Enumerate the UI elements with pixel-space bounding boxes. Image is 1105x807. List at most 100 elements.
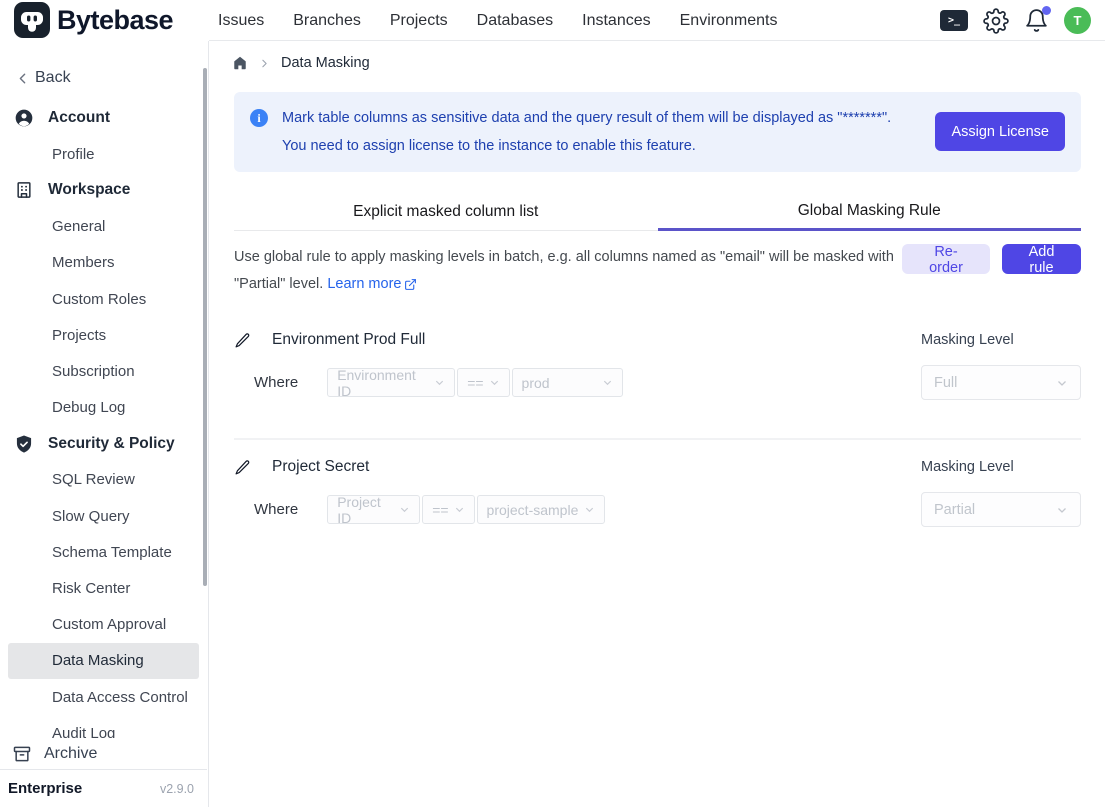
factor-value: Project ID xyxy=(337,494,394,526)
operator-select[interactable]: == xyxy=(457,368,509,397)
bytebase-logo-icon xyxy=(14,2,50,38)
sidebar-item-slow-query[interactable]: Slow Query xyxy=(0,498,208,534)
archive-box-icon xyxy=(12,744,32,764)
edit-pencil-icon[interactable] xyxy=(234,459,251,476)
operator-value: == xyxy=(432,502,448,518)
sidebar-scrollbar-thumb[interactable] xyxy=(203,68,207,586)
tab-explicit-masked-column-list[interactable]: Explicit masked column list xyxy=(234,193,658,231)
chevron-down-icon xyxy=(602,377,613,388)
reorder-button[interactable]: Re-order xyxy=(902,244,990,274)
sidebar-item-custom-roles[interactable]: Custom Roles xyxy=(0,281,208,317)
rules-list: Environment Prod Full Masking Level Wher… xyxy=(234,331,1081,527)
building-icon xyxy=(14,180,34,200)
sidebar-section-account: Account xyxy=(0,100,208,136)
masking-level-label: Masking Level xyxy=(921,332,1081,348)
rule-title: Environment Prod Full xyxy=(272,331,425,349)
value-select[interactable]: prod xyxy=(512,368,623,397)
sidebar-item-data-masking[interactable]: Data Masking xyxy=(8,643,199,679)
banner-text: Mark table columns as sensitive data and… xyxy=(282,104,891,160)
main-nav: Issues Branches Projects Databases Insta… xyxy=(218,0,777,41)
rule-header: Project Secret Masking Level xyxy=(234,458,1081,476)
operator-select[interactable]: == xyxy=(422,495,474,524)
sql-editor-terminal-icon[interactable]: >_ xyxy=(940,10,968,31)
brand-name: Bytebase xyxy=(57,5,173,36)
breadcrumb: Data Masking xyxy=(210,41,1105,75)
nav-issues[interactable]: Issues xyxy=(218,12,264,30)
global-rule-intro: Use global rule to apply masking levels … xyxy=(234,244,1081,298)
where-label: Where xyxy=(254,374,298,391)
notifications-bell-icon[interactable] xyxy=(1024,8,1049,33)
sidebar-item-risk-center[interactable]: Risk Center xyxy=(0,570,208,606)
edit-pencil-icon[interactable] xyxy=(234,332,251,349)
banner-line-1: Mark table columns as sensitive data and… xyxy=(282,104,891,132)
top-bar-actions: >_ T xyxy=(940,0,1091,41)
nav-branches[interactable]: Branches xyxy=(293,12,361,30)
factor-select[interactable]: Project ID xyxy=(327,495,420,524)
factor-value: Environment ID xyxy=(337,367,429,399)
masking-tabs: Explicit masked column list Global Maski… xyxy=(234,193,1081,231)
rule-actions: Re-order Add rule xyxy=(902,244,1081,274)
sidebar-item-data-access-control[interactable]: Data Access Control xyxy=(0,679,208,715)
rule-condition-row: Where Project ID == project-sample xyxy=(234,492,1081,527)
sidebar-item-sql-review[interactable]: SQL Review xyxy=(0,462,208,498)
chevron-left-icon xyxy=(14,70,31,87)
chevron-down-icon xyxy=(1056,504,1068,516)
top-bar: Bytebase Issues Branches Projects Databa… xyxy=(0,0,1105,41)
condition-value: project-sample xyxy=(487,502,579,518)
user-circle-icon xyxy=(14,108,34,128)
nav-databases[interactable]: Databases xyxy=(477,12,554,30)
chevron-down-icon xyxy=(454,504,465,515)
rule-divider xyxy=(234,438,1081,440)
sidebar-item-projects[interactable]: Projects xyxy=(0,317,208,353)
sidebar-scroll-area: Back Account Profile Workspace General M… xyxy=(0,41,208,739)
condition-expression: Environment ID == prod xyxy=(327,368,622,397)
chevron-down-icon xyxy=(434,377,445,388)
learn-more-label: Learn more xyxy=(327,271,401,298)
rule-header: Environment Prod Full Masking Level xyxy=(234,331,1081,349)
bytebase-logo[interactable]: Bytebase xyxy=(14,2,173,38)
learn-more-link[interactable]: Learn more xyxy=(327,271,417,298)
value-select[interactable]: project-sample xyxy=(477,495,605,524)
sidebar-footer: Enterprise v2.9.0 xyxy=(0,769,207,807)
masking-level-label: Masking Level xyxy=(921,459,1081,475)
chevron-down-icon xyxy=(399,504,410,515)
rule-card-project-secret: Project Secret Masking Level Where Proje… xyxy=(234,458,1081,527)
rule-condition-row: Where Environment ID == prod xyxy=(234,365,1081,400)
chevron-down-icon xyxy=(489,377,500,388)
sidebar-item-members[interactable]: Members xyxy=(0,245,208,281)
sidebar-item-general[interactable]: General xyxy=(0,209,208,245)
sidebar-item-archive[interactable]: Archive xyxy=(0,738,207,769)
sidebar-item-schema-template[interactable]: Schema Template xyxy=(0,534,208,570)
condition-expression: Project ID == project-sample xyxy=(327,495,604,524)
user-avatar[interactable]: T xyxy=(1064,7,1091,34)
sidebar-item-custom-approval[interactable]: Custom Approval xyxy=(0,607,208,643)
version-label: v2.9.0 xyxy=(160,782,194,796)
masking-level-value: Full xyxy=(934,375,957,391)
assign-license-button[interactable]: Assign License xyxy=(935,112,1065,151)
tab-global-masking-rule[interactable]: Global Masking Rule xyxy=(658,193,1082,231)
back-label: Back xyxy=(35,69,71,87)
shield-check-icon xyxy=(14,434,34,454)
nav-instances[interactable]: Instances xyxy=(582,12,650,30)
settings-gear-icon[interactable] xyxy=(983,8,1009,34)
sidebar-item-profile[interactable]: Profile xyxy=(0,136,208,172)
nav-projects[interactable]: Projects xyxy=(390,12,448,30)
masking-level-select[interactable]: Full xyxy=(921,365,1081,400)
sidebar-section-workspace: Workspace xyxy=(0,172,208,208)
chevron-down-icon xyxy=(584,504,595,515)
external-link-icon xyxy=(404,278,417,291)
sidebar-item-audit-log[interactable]: Audit Log xyxy=(0,715,208,739)
home-icon[interactable] xyxy=(232,55,248,71)
nav-environments[interactable]: Environments xyxy=(680,12,778,30)
sidebar-item-subscription[interactable]: Subscription xyxy=(0,353,208,389)
archive-label: Archive xyxy=(44,745,97,763)
back-button[interactable]: Back xyxy=(0,60,208,96)
main-content: Data Masking i Mark table columns as sen… xyxy=(210,41,1105,807)
sidebar-item-debug-log[interactable]: Debug Log xyxy=(0,390,208,426)
masking-level-select[interactable]: Partial xyxy=(921,492,1081,527)
operator-value: == xyxy=(467,375,483,391)
factor-select[interactable]: Environment ID xyxy=(327,368,455,397)
where-label: Where xyxy=(254,501,298,518)
license-banner: i Mark table columns as sensitive data a… xyxy=(234,92,1081,172)
add-rule-button[interactable]: Add rule xyxy=(1002,244,1081,274)
